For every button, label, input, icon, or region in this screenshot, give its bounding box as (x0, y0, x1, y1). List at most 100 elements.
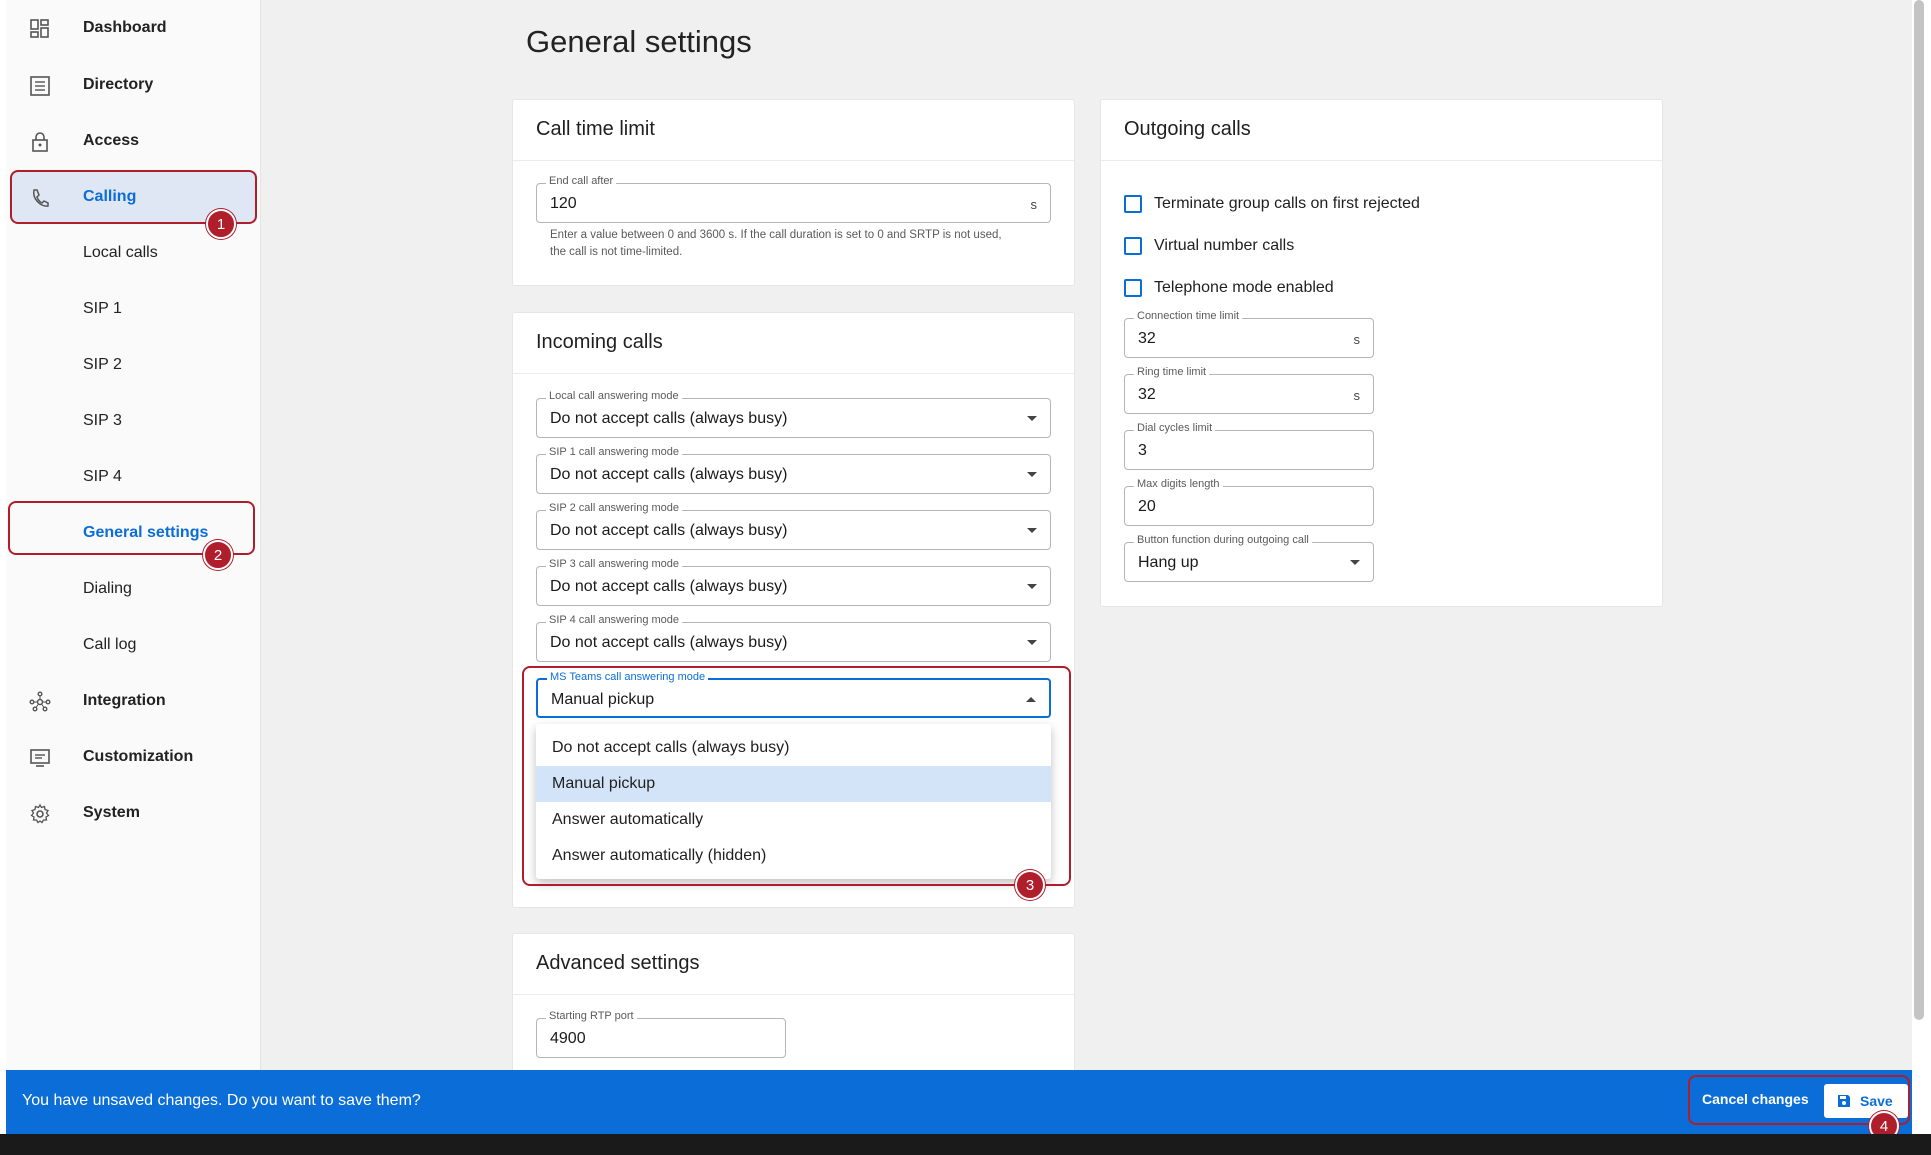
page-title: General settings (526, 24, 752, 59)
scrollbar[interactable] (1914, 0, 1924, 1020)
sidebar-item-label: SIP 4 (83, 468, 122, 485)
sip1-call-answering-select[interactable]: SIP 1 call answering mode Do not accept … (536, 446, 1051, 494)
local-call-answering-select[interactable]: Local call answering mode Do not accept … (536, 390, 1051, 438)
chevron-down-icon (1027, 416, 1037, 421)
unsaved-message: You have unsaved changes. Do you want to… (22, 1092, 421, 1109)
card-title: Call time limit (536, 118, 655, 140)
field-value: Do not accept calls (always busy) (550, 410, 788, 427)
sidebar-item-dashboard[interactable]: Dashboard (12, 2, 257, 54)
field-label: Connection time limit (1134, 310, 1243, 322)
sidebar-item-label: Customization (83, 748, 194, 765)
sidebar-item-dialing[interactable]: Dialing (12, 563, 257, 615)
sidebar-item-access[interactable]: Access (12, 115, 257, 167)
virtual-number-calls-checkbox[interactable]: Virtual number calls (1124, 237, 1294, 255)
sidebar-item-label: Access (83, 132, 140, 149)
sidebar-item-sip-1[interactable]: SIP 1 (12, 283, 257, 335)
helper-line: the call is not time-limited. (550, 246, 683, 258)
directory-icon (30, 76, 50, 96)
starting-rtp-port-input[interactable]: Starting RTP port 4900 (536, 1010, 786, 1058)
checkbox-label: Telephone mode enabled (1154, 279, 1334, 296)
field-value: 120 (550, 195, 577, 212)
sidebar-item-label: Dialing (83, 580, 132, 597)
checkbox[interactable] (1124, 195, 1142, 213)
dial-cycles-limit-input[interactable]: Dial cycles limit 3 (1124, 422, 1374, 470)
checkbox-label: Terminate group calls on first rejected (1154, 195, 1420, 212)
card-title: Advanced settings (536, 952, 700, 974)
connection-time-limit-input[interactable]: Connection time limit 32 s (1124, 310, 1374, 358)
sidebar-item-label: System (83, 804, 140, 821)
outgoing-calls-card: Outgoing calls Terminate group calls on … (1100, 99, 1663, 607)
sidebar-item-customization[interactable]: Customization (12, 731, 257, 783)
chevron-down-icon (1027, 528, 1037, 533)
sidebar-item-sip-2[interactable]: SIP 2 (12, 339, 257, 391)
max-digits-length-input[interactable]: Max digits length 20 (1124, 478, 1374, 526)
app-window: Dashboard Directory Access Calling Local… (6, 0, 1912, 1073)
step-badge: 3 (1015, 870, 1045, 900)
helper-text: Enter a value between 0 and 3600 s. If t… (550, 227, 1002, 261)
field-value: 32 (1138, 330, 1156, 347)
field-label: Starting RTP port (546, 1010, 637, 1022)
field-value: Do not accept calls (always busy) (550, 578, 788, 595)
sidebar-item-label: Integration (83, 692, 166, 709)
step-badge: 2 (203, 540, 233, 570)
card-title: Incoming calls (536, 331, 663, 353)
unit-label: s (1030, 197, 1038, 212)
call-time-limit-card: Call time limit End call after 120 s Ent… (512, 99, 1075, 286)
checkbox-label: Virtual number calls (1154, 237, 1295, 254)
sidebar-item-sip-4[interactable]: SIP 4 (12, 451, 257, 503)
sidebar-item-sip-3[interactable]: SIP 3 (12, 395, 257, 447)
sip2-call-answering-select[interactable]: SIP 2 call answering mode Do not accept … (536, 502, 1051, 550)
telephone-mode-checkbox[interactable]: Telephone mode enabled (1124, 279, 1334, 297)
sidebar-item-call-log[interactable]: Call log (12, 619, 257, 671)
field-value: 32 (1138, 386, 1156, 403)
field-label: SIP 1 call answering mode (546, 446, 683, 458)
unit-label: s (1353, 332, 1361, 347)
card-title: Outgoing calls (1124, 118, 1251, 140)
checkbox[interactable] (1124, 279, 1142, 297)
field-value: Hang up (1138, 554, 1199, 571)
field-value: 20 (1138, 498, 1156, 515)
lock-icon (32, 132, 48, 152)
field-value: Do not accept calls (always busy) (550, 466, 788, 483)
sidebar-item-label: SIP 2 (83, 356, 122, 373)
window-bottom-edge (0, 1134, 1931, 1155)
field-value: Do not accept calls (always busy) (550, 634, 788, 651)
integration-icon (29, 691, 51, 712)
sidebar-item-system[interactable]: System (12, 787, 257, 839)
field-label: SIP 3 call answering mode (546, 558, 683, 570)
field-value: 3 (1138, 442, 1147, 459)
sidebar-item-integration[interactable]: Integration (12, 675, 257, 727)
field-label: Button function during outgoing call (1134, 534, 1312, 546)
dashboard-icon (30, 19, 49, 38)
sidebar-item-label: Directory (83, 76, 154, 93)
field-label: Dial cycles limit (1134, 422, 1216, 434)
chevron-down-icon (1027, 472, 1037, 477)
field-label: End call after (546, 175, 617, 187)
sidebar-item-label: SIP 1 (83, 300, 122, 317)
chevron-down-icon (1027, 640, 1037, 645)
divider (513, 160, 1074, 161)
sidebar-item-label: Local calls (83, 244, 158, 261)
sidebar-item-label: Dashboard (83, 19, 167, 36)
customization-icon (30, 749, 50, 767)
chevron-down-icon (1350, 560, 1360, 565)
field-label: Max digits length (1134, 478, 1223, 490)
helper-line: Enter a value between 0 and 3600 s. If t… (550, 229, 1002, 241)
sip3-call-answering-select[interactable]: SIP 3 call answering mode Do not accept … (536, 558, 1051, 606)
field-value: Do not accept calls (always busy) (550, 522, 788, 539)
sidebar-item-label: SIP 3 (83, 412, 122, 429)
divider (513, 994, 1074, 995)
sidebar-item-directory[interactable]: Directory (12, 59, 257, 111)
end-call-after-input[interactable]: End call after 120 s (536, 175, 1051, 223)
ring-time-limit-input[interactable]: Ring time limit 32 s (1124, 366, 1374, 414)
field-label: Ring time limit (1134, 366, 1210, 378)
button-function-select[interactable]: Button function during outgoing call Han… (1124, 534, 1374, 582)
unit-label: s (1353, 388, 1361, 403)
terminate-group-calls-checkbox[interactable]: Terminate group calls on first rejected (1124, 195, 1420, 213)
chevron-down-icon (1027, 584, 1037, 589)
advanced-settings-card: Advanced settings Starting RTP port 4900 (512, 933, 1075, 1073)
checkbox[interactable] (1124, 237, 1142, 255)
unsaved-changes-bar: You have unsaved changes. Do you want to… (6, 1070, 1912, 1134)
sip4-call-answering-select[interactable]: SIP 4 call answering mode Do not accept … (536, 614, 1051, 662)
divider (513, 373, 1074, 374)
